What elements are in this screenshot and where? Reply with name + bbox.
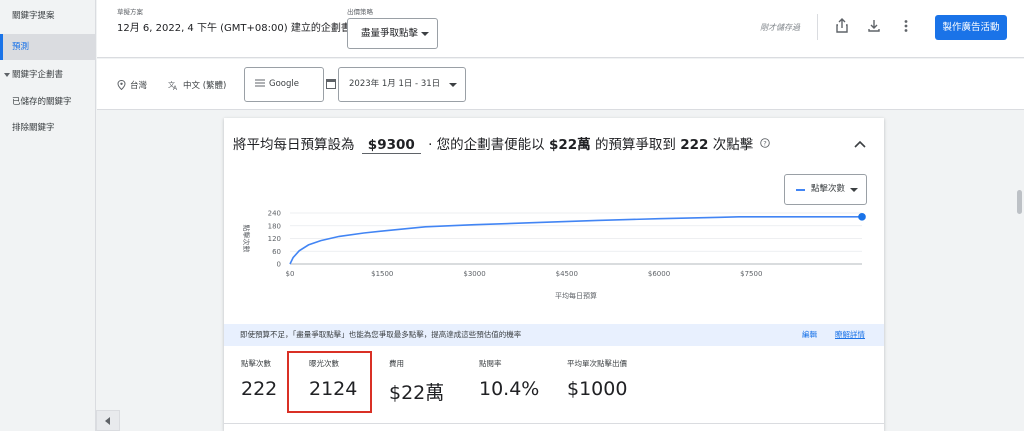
y-tick-label: 0 <box>277 261 281 269</box>
sidebar-item-keyword-ideas[interactable]: 關鍵字提案 <box>0 3 95 29</box>
metric-value: 10.4% <box>479 378 540 400</box>
headline-mid: · 您的企劃書便能以 <box>428 137 545 153</box>
translate-icon: 文A <box>168 80 178 92</box>
edit-link[interactable]: 編輯 <box>802 324 817 346</box>
chart-metric-select[interactable]: 點擊次數 <box>784 174 867 205</box>
more-vert-icon[interactable] <box>897 17 915 35</box>
download-icon[interactable] <box>865 17 883 35</box>
dropdown-arrow-icon <box>850 188 858 192</box>
info-banner-text: 即使預算不足，「盡量爭取點擊」也能為您爭取最多點擊，提高達成這些預估值的機率 <box>240 330 522 339</box>
y-tick-label: 240 <box>268 210 281 218</box>
metric-avg-cpc: 平均單次點擊出價 $1000 <box>567 358 627 400</box>
sidebar: 關鍵字提案 預測 關鍵字企劃書 已儲存的關鍵字 排除關鍵字 <box>0 0 96 431</box>
metric-value: $1000 <box>567 378 628 400</box>
chart-metric-value: 點擊次數 <box>811 184 846 194</box>
metric-value: 222 <box>241 378 278 400</box>
metric-value: $22萬 <box>389 382 445 404</box>
metric-label: 點擊次數 <box>241 359 271 368</box>
sidebar-item-label: 已儲存的關鍵字 <box>12 97 72 107</box>
metric-label: 點閱率 <box>479 359 502 368</box>
x-tick-label: $1500 <box>371 270 393 278</box>
y-tick-label: 60 <box>272 248 281 256</box>
strategy-label: 出價策略 <box>347 8 373 16</box>
dropdown-arrow-icon <box>449 83 457 87</box>
plan-title-text: 12月 6, 2022, 4 下午 (GMT+08:00) 建立的企劃書 <box>117 23 351 34</box>
vertical-scrollbar[interactable] <box>1015 110 1024 431</box>
divider <box>224 423 884 424</box>
chevron-down-icon <box>4 72 10 77</box>
selected-budget-point <box>858 213 866 221</box>
network-value: Google <box>269 79 299 89</box>
daily-budget-input[interactable]: $9300 <box>361 137 421 154</box>
network-select[interactable]: Google <box>244 67 324 102</box>
learn-more-link[interactable]: 瞭解詳情 <box>835 324 865 346</box>
help-icon[interactable]: ? <box>759 138 770 148</box>
headline-prefix: 將平均每日預算設為 <box>233 137 355 153</box>
info-banner: 即使預算不足，「盡量爭取點擊」也能為您爭取最多點擊，提高達成這些預估值的機率 編… <box>224 324 884 346</box>
metric-clicks: 點擊次數 222 <box>241 358 277 400</box>
sidebar-item-label: 排除關鍵字 <box>12 123 55 133</box>
forecast-chart: 0 60 120 180 240 $0 $1500 $3000 $4500 $6000 $7500 平… <box>242 210 866 300</box>
location-pin-icon <box>117 79 126 91</box>
metric-label: 平均單次點擊出價 <box>567 359 627 368</box>
metric-label: 費用 <box>389 359 404 368</box>
divider <box>817 14 818 40</box>
plan-title: 12月 6, 2022, 4 下午 (GMT+08:00) 建立的企劃書 <box>117 19 366 34</box>
headline-clicks: 222 <box>680 137 709 153</box>
date-range-select[interactable]: 2023年 1月 1日 - 31日 <box>338 67 466 102</box>
sidebar-item-forecast[interactable]: 預測 <box>0 34 95 60</box>
language-value: 中文 (繁體) <box>183 81 227 91</box>
headline-mid2: 的預算爭取到 <box>594 137 676 153</box>
saved-status: 剛才儲存過 <box>760 23 800 32</box>
metric-ctr: 點閱率 10.4% <box>479 358 539 400</box>
scrollbar-thumb[interactable] <box>1017 190 1022 214</box>
y-axis-title: 點擊次數 <box>242 225 251 253</box>
chevron-up-icon[interactable] <box>854 140 866 148</box>
sidebar-item-label: 關鍵字企劃書 <box>12 70 64 80</box>
sidebar-item-saved-keywords[interactable]: 已儲存的關鍵字 <box>0 89 95 115</box>
x-tick-label: $0 <box>286 270 295 278</box>
date-range-value: 2023年 1月 1日 - 31日 <box>349 79 441 89</box>
x-axis-title: 平均每日預算 <box>555 291 597 300</box>
filter-bar: 台灣 文 A 中文 (繁體) Google 2023年 1月 1日 - 31日 <box>97 59 1024 110</box>
share-icon[interactable] <box>833 17 851 35</box>
calendar-icon[interactable] <box>326 78 336 89</box>
metric-cost: 費用 $22萬 <box>389 358 444 405</box>
chevron-left-icon <box>105 417 110 425</box>
forecast-card: 將平均每日預算設為 $9300 · 您的企劃書便能以 $22萬 的預算爭取到 2… <box>224 118 884 431</box>
x-tick-label: $4500 <box>556 270 578 278</box>
svg-text:?: ? <box>763 139 766 147</box>
x-tick-label: $7500 <box>740 270 762 278</box>
headline-spend: $22萬 <box>548 137 591 153</box>
plan-header: 草擬方案 12月 6, 2022, 4 下午 (GMT+08:00) 建立的企劃… <box>97 0 1024 58</box>
plan-label: 草擬方案 <box>117 8 143 16</box>
bid-strategy-value: 盡量爭取點擊 <box>361 28 419 39</box>
svg-text:A: A <box>173 85 178 90</box>
network-icon <box>255 79 265 87</box>
series-line-clicks <box>289 216 862 265</box>
headline-suffix: 次點擊 <box>712 137 754 153</box>
location-filter[interactable]: 台灣 <box>117 79 147 91</box>
annotation-highlight-box <box>287 351 372 413</box>
x-tick-label: $6000 <box>648 270 670 278</box>
sidebar-item-negative-keywords[interactable]: 排除關鍵字 <box>0 115 95 141</box>
dropdown-arrow-icon <box>421 32 429 36</box>
x-tick-label: $3000 <box>463 270 485 278</box>
language-filter[interactable]: 文 A 中文 (繁體) <box>168 79 227 92</box>
sidebar-item-label: 預測 <box>12 42 30 52</box>
sidebar-item-keyword-plan[interactable]: 關鍵字企劃書 <box>0 62 95 88</box>
forecast-headline: 將平均每日預算設為 $9300 · 您的企劃書便能以 $22萬 的預算爭取到 2… <box>233 133 770 154</box>
y-tick-label: 180 <box>268 222 281 230</box>
create-campaign-button[interactable]: 製作廣告活動 <box>935 15 1007 40</box>
sidebar-item-label: 關鍵字提案 <box>12 11 55 21</box>
sidebar-collapse-button[interactable] <box>96 410 120 431</box>
location-value: 台灣 <box>130 81 148 91</box>
bid-strategy-select[interactable]: 盡量爭取點擊 <box>347 18 438 49</box>
legend-line-icon <box>796 189 805 191</box>
y-tick-label: 120 <box>268 235 281 243</box>
